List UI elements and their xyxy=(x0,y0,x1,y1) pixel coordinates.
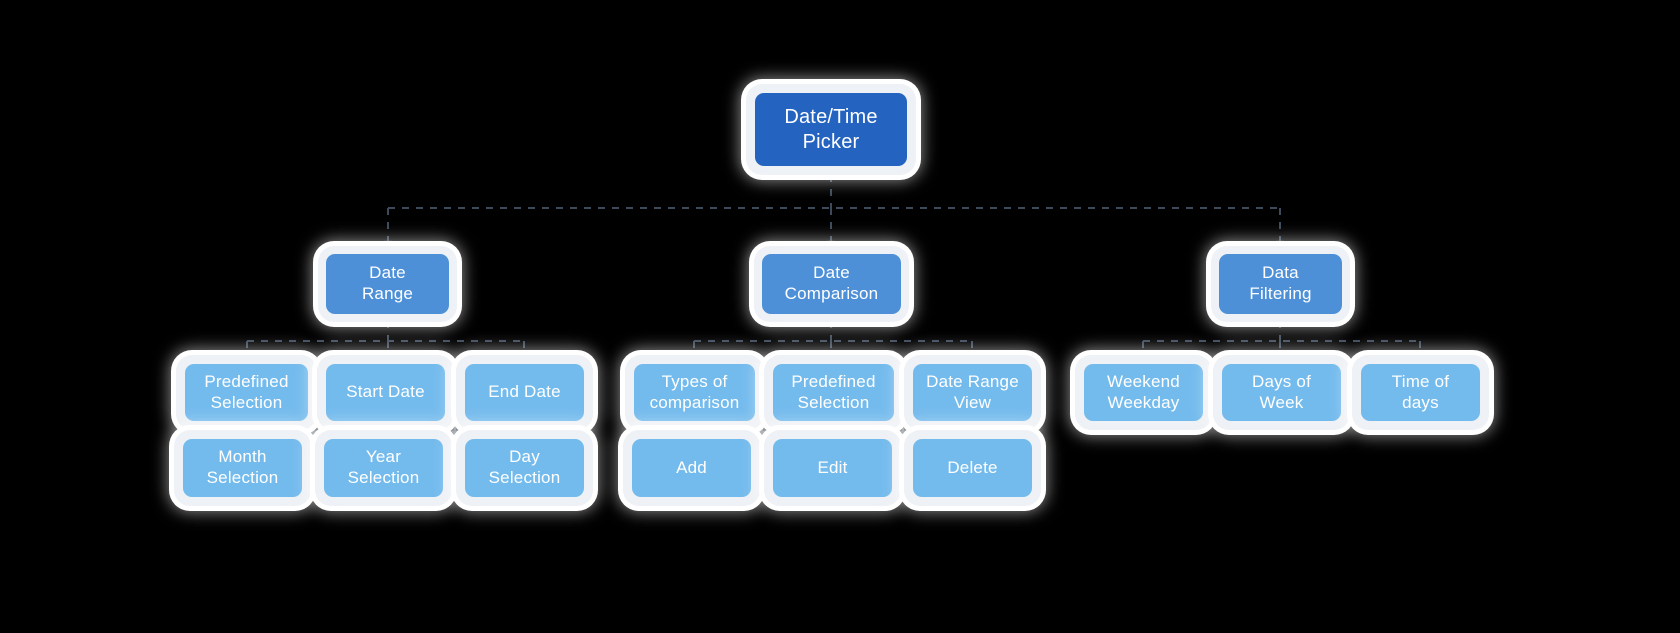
node-date-range-label: Date Range xyxy=(326,254,449,314)
node-day-selection[interactable]: Day Selection xyxy=(456,430,593,506)
node-end-date[interactable]: End Date xyxy=(456,355,593,430)
node-days-of-week[interactable]: Days of Week xyxy=(1213,355,1350,430)
node-year-selection[interactable]: Year Selection xyxy=(315,430,452,506)
node-start-date-label: Start Date xyxy=(326,364,445,421)
node-types-of-comparison-label: Types of comparison xyxy=(634,364,755,421)
node-start-date[interactable]: Start Date xyxy=(317,355,454,430)
node-delete[interactable]: Delete xyxy=(904,430,1041,506)
node-date-comparison-label: Date Comparison xyxy=(762,254,901,314)
node-year-selection-label: Year Selection xyxy=(324,439,443,497)
node-month-selection[interactable]: Month Selection xyxy=(174,430,311,506)
node-day-selection-label: Day Selection xyxy=(465,439,584,497)
node-weekend-weekday-label: Weekend Weekday xyxy=(1084,364,1203,421)
node-root-label: Date/Time Picker xyxy=(755,93,907,166)
node-predefined-selection-dr[interactable]: Predefined Selection xyxy=(176,355,317,430)
diagram-canvas: Date/Time Picker Date Range Date Compari… xyxy=(0,0,1680,633)
node-month-selection-label: Month Selection xyxy=(183,439,302,497)
node-time-of-days[interactable]: Time of days xyxy=(1352,355,1489,430)
node-date-range-view[interactable]: Date Range View xyxy=(904,355,1041,430)
node-predefined-selection-dc-label: Predefined Selection xyxy=(773,364,894,421)
node-add[interactable]: Add xyxy=(623,430,760,506)
node-predefined-selection-dc[interactable]: Predefined Selection xyxy=(764,355,903,430)
node-add-label: Add xyxy=(632,439,751,497)
node-predefined-selection-dr-label: Predefined Selection xyxy=(185,364,308,421)
node-data-filtering-label: Data Filtering xyxy=(1219,254,1342,314)
node-edit-label: Edit xyxy=(773,439,892,497)
node-time-of-days-label: Time of days xyxy=(1361,364,1480,421)
node-date-range[interactable]: Date Range xyxy=(318,246,457,322)
node-types-of-comparison[interactable]: Types of comparison xyxy=(625,355,764,430)
node-data-filtering[interactable]: Data Filtering xyxy=(1211,246,1350,322)
node-end-date-label: End Date xyxy=(465,364,584,421)
node-days-of-week-label: Days of Week xyxy=(1222,364,1341,421)
node-date-range-view-label: Date Range View xyxy=(913,364,1032,421)
node-root[interactable]: Date/Time Picker xyxy=(746,84,916,175)
node-delete-label: Delete xyxy=(913,439,1032,497)
node-edit[interactable]: Edit xyxy=(764,430,901,506)
node-date-comparison[interactable]: Date Comparison xyxy=(754,246,909,322)
node-weekend-weekday[interactable]: Weekend Weekday xyxy=(1075,355,1212,430)
